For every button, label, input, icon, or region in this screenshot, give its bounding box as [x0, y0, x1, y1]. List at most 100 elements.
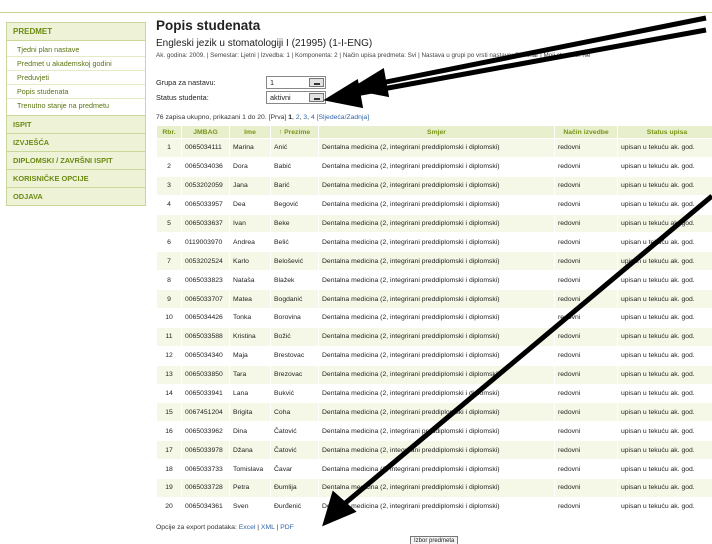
cell-rbr: 14 — [156, 383, 182, 404]
cell-smjer: Dentalna medicina (2, integrirani preddi… — [318, 270, 555, 291]
sidebar-section-izvjesca[interactable]: IZVJEŠĆA — [7, 133, 145, 151]
cell-ime: Jana — [229, 175, 271, 196]
cell-ime: Tara — [229, 364, 271, 385]
col-header-rbr[interactable]: Rbr. — [156, 125, 182, 139]
cell-prezime: Belošević — [270, 251, 319, 272]
col-header-prezime[interactable]: ↑ Prezime — [270, 125, 319, 139]
col-header-nacin-izvedbe[interactable]: Način izvedbe — [554, 125, 618, 139]
page-next-last-link[interactable]: [Sljedeća/Zadnja] — [317, 114, 370, 121]
cell-rbr: 20 — [156, 496, 182, 517]
table-row: 10 0065034426 Tonka Borovina Dentalna medici… — [156, 308, 712, 328]
export-excel-link[interactable]: Excel — [239, 524, 256, 531]
cell-smjer: Dentalna medicina (2, integrirani preddi… — [318, 138, 555, 158]
cell-rbr: 2 — [156, 156, 182, 177]
cell-nacin-izvedbe: redovni — [554, 421, 618, 442]
cell-jmbag: 0065033962 — [181, 421, 230, 442]
table-row: 3 0053202059 Jana Barić Dentalna medicina (2… — [156, 175, 712, 196]
cell-status-upisa: upisan u tekuću ak. god. — [617, 326, 712, 347]
col-header-jmbag[interactable]: JMBAG — [181, 125, 230, 139]
cell-rbr: 1 — [156, 138, 182, 158]
cell-jmbag: 0065033823 — [181, 270, 230, 291]
cell-status-upisa: upisan u tekuću ak. god. — [617, 194, 712, 215]
cell-status-upisa: upisan u tekuću ak. god. — [617, 364, 712, 385]
arrow-head-status — [323, 78, 364, 109]
cell-smjer: Dentalna medicina (2, integrirani preddi… — [318, 440, 555, 461]
cell-ime: Sven — [229, 496, 271, 517]
cell-prezime: Božić — [270, 326, 319, 347]
cell-nacin-izvedbe: redovni — [554, 289, 618, 310]
cell-nacin-izvedbe: redovni — [554, 138, 618, 158]
status-select[interactable]: aktivni — [266, 91, 326, 104]
cell-smjer: Dentalna medicina (2, integrirani preddi… — [318, 496, 555, 517]
col-header-smjer[interactable]: Smjer — [318, 125, 555, 139]
cell-status-upisa: upisan u tekuću ak. god. — [617, 345, 712, 366]
arrow-head-group — [349, 67, 390, 98]
cell-prezime: Đumlija — [270, 478, 319, 498]
cell-ime: Brigita — [229, 402, 271, 423]
sidebar-section-odjava[interactable]: ODJAVA — [7, 187, 145, 205]
page-current: 1 — [288, 114, 293, 121]
cell-rbr: 19 — [156, 478, 182, 498]
cell-jmbag: 0053202059 — [181, 175, 230, 196]
cell-prezime: Bogdanić — [270, 289, 319, 310]
record-count-text: 76 zapisa ukupno, prikazani 1 do 20. [Pr… — [156, 114, 287, 121]
cell-status-upisa: upisan u tekuću ak. god. — [617, 232, 712, 253]
cell-ime: Maja — [229, 345, 271, 366]
sidebar-section-ispit[interactable]: ISPIT — [7, 115, 145, 133]
group-label: Grupa za nastavu: — [156, 78, 216, 87]
cell-ime: Andrea — [229, 232, 271, 253]
export-pdf-link[interactable]: PDF — [280, 524, 294, 531]
sidebar-section-diplomski[interactable]: DIPLOMSKI / ZAVRŠNI ISPIT — [7, 151, 145, 169]
sidebar-header-predmet[interactable]: PREDMET — [7, 23, 145, 41]
table-row: 15 0067451204 Brigita Coha Dentalna medicina… — [156, 402, 712, 423]
cell-status-upisa: upisan u tekuću ak. god. — [617, 383, 712, 404]
page-link-4[interactable]: 4 — [311, 114, 315, 121]
export-xml-link[interactable]: XML — [261, 524, 275, 531]
status-dropdown-arrow-icon[interactable] — [309, 93, 324, 102]
cell-nacin-izvedbe: redovni — [554, 364, 618, 385]
cell-smjer: Dentalna medicina (2, integrirani preddi… — [318, 308, 555, 328]
cell-smjer: Dentalna medicina (2, integrirani preddi… — [318, 364, 555, 385]
table-row: 18 0065033733 Tomislava Čavar Dentalna medic… — [156, 459, 712, 480]
cell-status-upisa: upisan u tekuću ak. god. — [617, 421, 712, 442]
cell-rbr: 12 — [156, 345, 182, 366]
col-header-ime[interactable]: Ime — [229, 125, 271, 139]
top-divider — [0, 12, 712, 13]
table-row: 11 0065033588 Kristina Božić Dentalna medici… — [156, 326, 712, 347]
sidebar-section-korisnicke-opcije[interactable]: KORISNIČKE OPCIJE — [7, 169, 145, 187]
page-link-2[interactable]: 2 — [296, 114, 300, 121]
cell-status-upisa: upisan u tekuću ak. god. — [617, 402, 712, 423]
table-row: 1 0065034111 Marina Anić Dentalna medicina (… — [156, 138, 712, 158]
cell-nacin-izvedbe: redovni — [554, 270, 618, 291]
cell-status-upisa: upisan u tekuću ak. god. — [617, 496, 712, 517]
cell-nacin-izvedbe: redovni — [554, 194, 618, 215]
cell-smjer: Dentalna medicina (2, integrirani preddi… — [318, 156, 555, 177]
cell-nacin-izvedbe: redovni — [554, 402, 618, 423]
cell-smjer: Dentalna medicina (2, integrirani preddi… — [318, 175, 555, 196]
sidebar-item-tjedni-plan[interactable]: Tjedni plan nastave — [7, 43, 145, 57]
sidebar-item-preduvjeti[interactable]: Preduvjeti — [7, 71, 145, 85]
izbor-predmeta-button[interactable]: Izbor predmeta — [410, 536, 459, 544]
cell-ime: Dea — [229, 194, 271, 215]
group-dropdown-arrow-icon[interactable] — [309, 78, 324, 87]
cell-rbr: 8 — [156, 270, 182, 291]
table-row: 5 0065033637 Ivan Beke Dentalna medicina (2,… — [156, 213, 712, 234]
page-link-3[interactable]: 3 — [303, 114, 307, 121]
sidebar-item-predmet-ak-godini[interactable]: Predmet u akademskoj godini — [7, 57, 145, 71]
table-row: 4 0065033957 Dea Begović Dentalna medicina (… — [156, 194, 712, 215]
table-row: 17 0065033978 Džana Čatović Dentalna medicin… — [156, 440, 712, 461]
table-row: 12 0065034340 Maja Brestovac Dentalna medici… — [156, 345, 712, 366]
sidebar-item-popis-studenata[interactable]: Popis studenata — [7, 85, 145, 99]
cell-prezime: Čatović — [270, 421, 319, 442]
cell-nacin-izvedbe: redovni — [554, 440, 618, 461]
sidebar-item-trenutno-stanje[interactable]: Trenutno stanje na predmetu — [7, 99, 145, 112]
main-content: Popis studenata Engleski jezik u stomato… — [156, 18, 712, 544]
page-title: Popis studenata — [156, 18, 261, 33]
cell-ime: Kristina — [229, 326, 271, 347]
cell-status-upisa: upisan u tekuću ak. god. — [617, 289, 712, 310]
cell-prezime: Brestovac — [270, 345, 319, 366]
col-header-status-upisa[interactable]: Status upisa — [617, 125, 712, 139]
group-select[interactable]: 1 — [266, 76, 326, 89]
table-row: 20 0065034361 Sven Đurđenić Dentalna medicin… — [156, 496, 712, 517]
cell-smjer: Dentalna medicina (2, integrirani preddi… — [318, 289, 555, 310]
